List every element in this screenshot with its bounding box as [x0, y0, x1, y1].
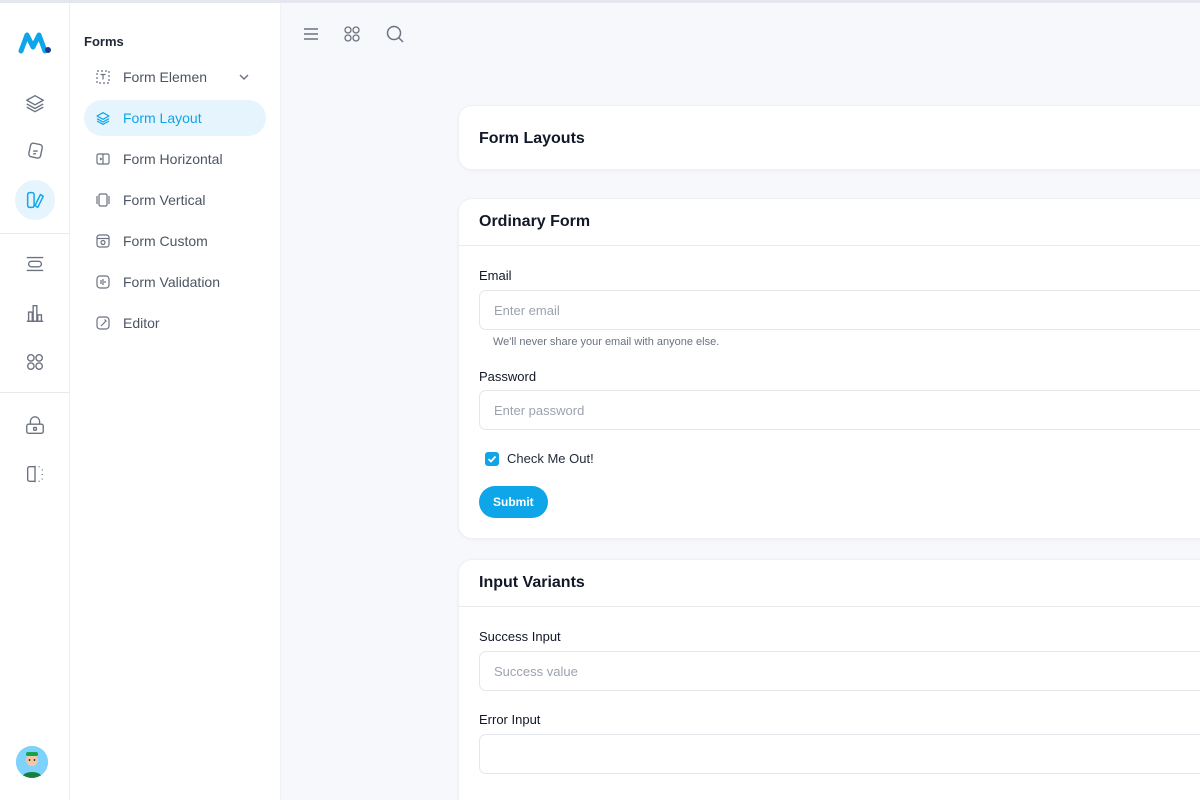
chart-icon[interactable]	[15, 293, 55, 333]
submit-button[interactable]: Submit	[479, 486, 548, 518]
password-input[interactable]	[479, 390, 1200, 430]
checkbox-checked-icon[interactable]	[485, 451, 499, 466]
success-input-label: Success Input	[479, 629, 561, 644]
sidebar-item-label: Form Validation	[123, 274, 221, 290]
sidebar-section-title: Forms	[84, 34, 124, 49]
custom-icon	[95, 233, 111, 249]
lock-icon[interactable]	[15, 406, 55, 446]
sidebar-item-form-custom[interactable]: Form Custom	[84, 223, 266, 259]
forms-icon[interactable]	[15, 180, 55, 220]
input-variants-card: Input Variants Success Input Error Input	[458, 559, 1200, 800]
sub-sidebar: Forms Form Elemen Form Layout Form Horiz…	[70, 3, 281, 800]
rail-divider	[0, 233, 69, 234]
split-panel-icon[interactable]	[15, 454, 55, 494]
sidebar-item-label: Editor	[123, 315, 160, 331]
chevron-down-icon[interactable]	[238, 71, 250, 83]
card-title: Ordinary Form	[479, 213, 591, 230]
sidebar-item-form-vertical[interactable]: Form Vertical	[84, 182, 266, 218]
error-input-label: Error Input	[479, 712, 541, 727]
email-input[interactable]	[479, 290, 1200, 330]
page-header-card: Form Layouts	[458, 105, 1200, 170]
sidebar-item-form-elements[interactable]: Form Elemen	[84, 59, 266, 95]
apps-icon[interactable]	[341, 23, 363, 45]
sidebar-item-editor[interactable]: Editor	[84, 305, 266, 341]
card-header: Ordinary Form	[459, 199, 1200, 246]
rail-divider	[0, 392, 69, 393]
text-box-icon	[95, 69, 111, 85]
card-title: Input Variants	[479, 574, 585, 591]
email-help-text: We'll never share your email with anyone…	[493, 336, 720, 348]
card-body: Success Input Error Input	[459, 607, 1200, 800]
error-input[interactable]	[479, 734, 1200, 774]
sidebar-item-label: Form Horizontal	[123, 151, 223, 167]
check-me-out-checkbox[interactable]: Check Me Out!	[485, 451, 594, 466]
columns-icon	[95, 151, 111, 167]
avatar[interactable]	[16, 746, 48, 778]
editor-icon	[95, 315, 111, 331]
sidebar-nav: Form Elemen Form Layout Form Horizontal …	[84, 59, 266, 346]
card-body: Email We'll never share your email with …	[459, 246, 1200, 539]
sidebar-item-label: Form Layout	[123, 110, 202, 126]
ordinary-form-card: Ordinary Form Email We'll never share yo…	[458, 198, 1200, 539]
sidebar-item-label: Form Vertical	[123, 192, 206, 208]
sidebar-item-label: Form Custom	[123, 233, 208, 249]
apps-icon[interactable]	[15, 342, 55, 382]
menu-icon[interactable]	[300, 23, 322, 45]
layers-icon	[95, 110, 111, 126]
sidebar-item-form-horizontal[interactable]: Form Horizontal	[84, 141, 266, 177]
card-header: Input Variants	[459, 560, 1200, 607]
rows-icon	[95, 192, 111, 208]
table-icon[interactable]	[15, 244, 55, 284]
password-label: Password	[479, 369, 537, 384]
sidebar-item-form-validation[interactable]: Form Validation	[84, 264, 266, 300]
validation-icon	[95, 274, 111, 290]
page-title: Form Layouts	[479, 130, 585, 147]
search-icon[interactable]	[384, 23, 406, 45]
sidebar-item-form-layout[interactable]: Form Layout	[84, 100, 266, 136]
layers-icon[interactable]	[15, 83, 55, 123]
email-label: Email	[479, 268, 512, 283]
icon-rail	[0, 3, 70, 800]
success-input[interactable]	[479, 651, 1200, 691]
document-icon[interactable]	[15, 131, 55, 171]
sidebar-item-label: Form Elemen	[123, 69, 208, 85]
checkbox-label: Check Me Out!	[507, 451, 594, 466]
brand-logo-icon[interactable]	[18, 29, 52, 55]
